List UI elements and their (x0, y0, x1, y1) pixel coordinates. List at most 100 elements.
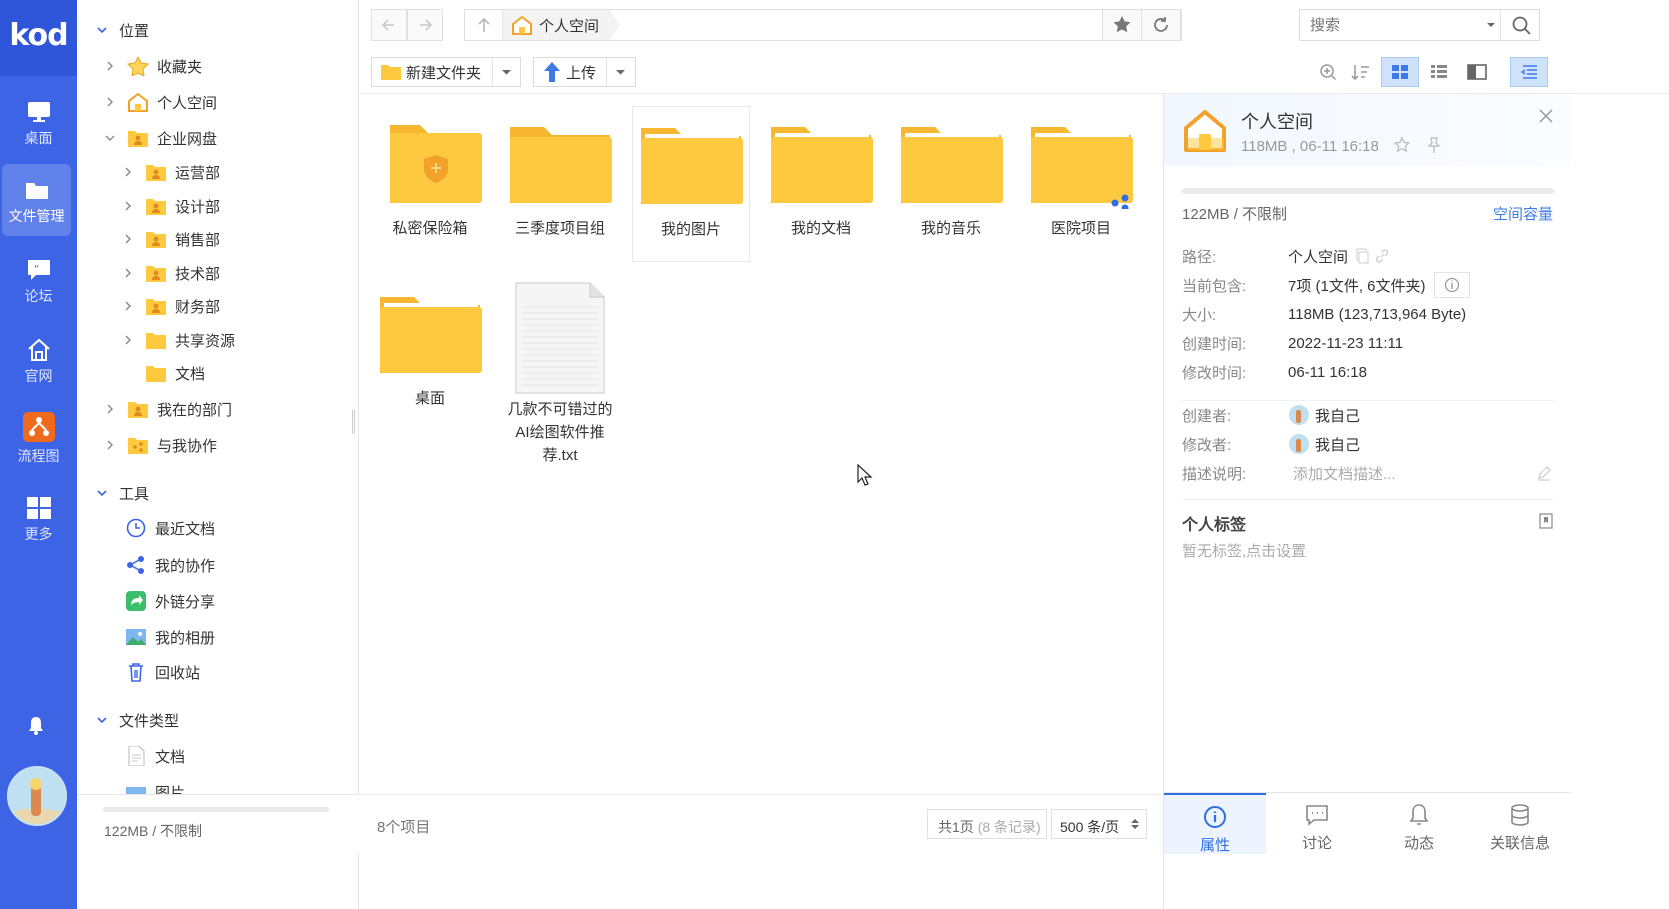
quota-bar (103, 807, 329, 812)
file-item[interactable]: 三季度项目组 (501, 115, 619, 240)
pin-icon[interactable] (1425, 136, 1443, 154)
tree-item-my-album[interactable]: 我的相册 (125, 622, 215, 652)
home-folder-icon (128, 92, 148, 112)
tree-item-my-department[interactable]: 我在的部门 (103, 394, 232, 424)
caret-down-icon[interactable] (1484, 18, 1498, 32)
path-field[interactable]: 个人空间 (464, 9, 1182, 41)
tree-item-recycle-bin[interactable]: 回收站 (125, 657, 200, 687)
up-button[interactable] (465, 10, 503, 40)
tab-discussion[interactable]: 讨论 (1266, 793, 1368, 854)
tree-item-dept[interactable]: 销售部 (121, 224, 220, 254)
description-input[interactable]: 添加文档描述... (1293, 463, 1396, 484)
view-list-button[interactable] (1421, 57, 1457, 87)
tree-item-label: 设计部 (175, 198, 221, 216)
rail-item-website[interactable]: 官网 (0, 324, 77, 396)
breadcrumb[interactable]: 个人空间 (503, 9, 621, 41)
prop-key: 当前包含: (1182, 277, 1247, 295)
search-input[interactable] (1310, 15, 1470, 35)
copy-icon[interactable] (1354, 248, 1370, 264)
clock-icon (126, 518, 146, 538)
file-item[interactable]: 几款不可错过的 AI绘图软件推 荐.txt (501, 281, 619, 467)
tree-item-collaborate-with-me[interactable]: 与我协作 (103, 430, 217, 460)
prop-value: 个人空间 (1288, 246, 1390, 267)
info-button[interactable] (1433, 272, 1470, 298)
tree-section-tools[interactable]: 工具 (95, 478, 149, 508)
rail-item-more[interactable]: 更多 (0, 482, 77, 554)
rail-item-file-manager[interactable]: 文件管理 (2, 164, 71, 236)
toggle-info-panel-button[interactable] (1510, 57, 1548, 87)
favorite-button[interactable] (1102, 9, 1142, 41)
capacity-link[interactable]: 空间容量 (1493, 203, 1553, 224)
view-icon-button[interactable] (1381, 57, 1419, 87)
new-folder-button[interactable]: 新建文件夹 (371, 57, 521, 87)
tags-empty[interactable]: 暂无标签,点击设置 (1182, 540, 1306, 561)
tab-related-info[interactable]: 关联信息 (1470, 793, 1570, 854)
tree-item-dept[interactable]: 设计部 (121, 191, 220, 221)
tree-item-docs[interactable]: 文档 (145, 358, 205, 388)
bookmark-icon[interactable] (1538, 513, 1554, 529)
file-item[interactable]: 我的文档 (762, 115, 880, 240)
new-folder-label: 新建文件夹 (406, 64, 482, 82)
tree-section-location[interactable]: 位置 (95, 15, 149, 45)
tree-item-dept[interactable]: 技术部 (121, 258, 220, 288)
link-icon[interactable] (1374, 248, 1390, 264)
forward-button[interactable] (407, 9, 443, 41)
chevron-right-icon (107, 404, 113, 414)
link-share-icon (126, 591, 146, 611)
back-button[interactable] (371, 9, 407, 41)
file-item[interactable]: 我的音乐 (892, 115, 1010, 240)
sort-button[interactable] (1343, 57, 1379, 87)
status-bar: 8个项目 共1页 (8 条记录) 500 条/页 (360, 794, 1163, 853)
prop-value: 06-11 16:18 (1288, 363, 1367, 381)
modifier-name: 我自己 (1315, 436, 1361, 454)
prop-value: 2022-11-23 11:11 (1288, 334, 1404, 352)
search-box[interactable] (1299, 9, 1540, 41)
home-icon (27, 338, 50, 361)
tree-item-personal-space[interactable]: 个人空间 (103, 87, 217, 117)
file-item[interactable]: 桌面 (371, 285, 489, 410)
file-item[interactable]: 我的图片 (632, 106, 750, 262)
zoom-button[interactable] (1310, 57, 1346, 87)
tree-section-file-types[interactable]: 文件类型 (95, 705, 179, 735)
icon-view-icon (1392, 65, 1408, 79)
search-button[interactable] (1500, 10, 1540, 40)
refresh-button[interactable] (1141, 9, 1181, 41)
bell-icon[interactable] (26, 714, 46, 736)
file-item[interactable]: 医院项目 (1022, 115, 1140, 240)
tree-item-recent-docs[interactable]: 最近文档 (125, 513, 215, 543)
tree-item-type-docs[interactable]: 文档 (125, 741, 185, 771)
per-page-select[interactable]: 500 条/页 (1051, 809, 1147, 839)
upload-dropdown[interactable] (606, 58, 635, 86)
panel-splitter[interactable] (352, 410, 355, 434)
file-grid: 私密保险箱 三季度项目组 我的图片 我的文档 我的音乐 医院项目 桌面 几款不可… (360, 95, 1163, 795)
tree-item-enterprise-disk[interactable]: 企业网盘 (103, 123, 217, 153)
prop-creator: 创建者: 我自己 (1182, 403, 1562, 427)
chevron-down-icon (97, 27, 107, 34)
tree-item-dept[interactable]: 财务部 (121, 291, 220, 321)
tree-item-label: 我的相册 (155, 629, 216, 647)
tab-properties[interactable]: 属性 (1164, 793, 1266, 854)
rail-item-forum[interactable]: “ 论坛 (0, 244, 77, 316)
svg-text:“: “ (34, 264, 39, 275)
rail-item-flowchart[interactable]: 流程图 (0, 402, 77, 474)
edit-icon[interactable] (1536, 465, 1552, 481)
file-item[interactable]: 私密保险箱 (371, 115, 489, 240)
tree-item-type-images[interactable]: 图片 (125, 776, 185, 794)
upload-button[interactable]: 上传 (533, 57, 636, 87)
tab-activity[interactable]: 动态 (1368, 793, 1470, 854)
user-avatar[interactable] (7, 766, 67, 826)
tree-item-dept[interactable]: 运营部 (121, 157, 220, 187)
rail-item-desktop[interactable]: 桌面 (0, 86, 77, 158)
tree-item-favorites[interactable]: 收藏夹 (103, 51, 202, 81)
close-icon[interactable] (1538, 108, 1554, 124)
database-icon (1511, 804, 1529, 826)
view-split-button[interactable] (1459, 57, 1495, 87)
tree-item-external-share[interactable]: 外链分享 (125, 586, 215, 616)
tree-item-shared-resources[interactable]: 共享资源 (121, 325, 235, 355)
tab-label: 动态 (1403, 835, 1434, 852)
tree-item-my-collab[interactable]: 我的协作 (125, 550, 215, 580)
folder-icon (146, 333, 166, 349)
new-folder-dropdown[interactable] (492, 58, 521, 86)
tree-item-label: 销售部 (175, 231, 221, 249)
star-outline-icon[interactable] (1393, 136, 1411, 154)
